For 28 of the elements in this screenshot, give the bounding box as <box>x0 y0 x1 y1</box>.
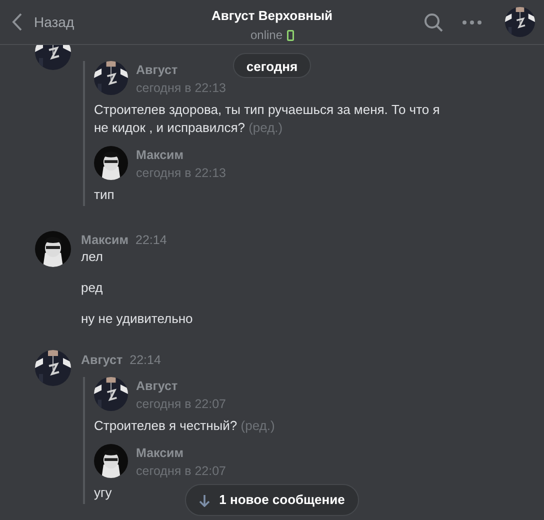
message-time: 22:14 <box>130 352 161 369</box>
message-time: 22:14 <box>136 232 167 249</box>
message-text: тип <box>94 186 114 204</box>
new-messages-button[interactable]: 1 новое сообщение <box>185 484 359 516</box>
chevron-left-icon <box>12 13 22 31</box>
message-text: ред <box>81 279 104 297</box>
more-icon[interactable] <box>462 20 482 25</box>
chat-title: Август Верховный <box>211 7 333 24</box>
author-name: Максим <box>136 445 184 462</box>
message-text: Строителев я честный? (ред.) <box>94 417 275 435</box>
author-name: Август <box>136 62 179 79</box>
back-button[interactable]: Назад <box>12 12 74 32</box>
arrow-down-icon <box>199 494 210 506</box>
author-name: Максим <box>136 147 184 164</box>
message-date: сегодня в 22:07 <box>136 463 226 480</box>
message-date: сегодня в 22:13 <box>136 80 226 97</box>
date-badge: сегодня <box>233 53 311 78</box>
message-text: Строителев здорова, ты тип ручаешься за меня. То что я не кидок , и исправился? (ред.) <box>94 101 441 137</box>
message-text: угу <box>94 484 112 502</box>
message-text: лел <box>81 248 104 266</box>
author-name: Август <box>81 352 123 369</box>
message-text: ну не удивительно <box>81 310 194 328</box>
message-date: сегодня в 22:13 <box>136 165 226 182</box>
online-status: online <box>250 27 283 44</box>
author-name: Максим <box>81 232 128 249</box>
message-date: сегодня в 22:07 <box>136 396 226 413</box>
author-name: Август <box>136 378 179 395</box>
search-icon[interactable] <box>424 13 443 32</box>
